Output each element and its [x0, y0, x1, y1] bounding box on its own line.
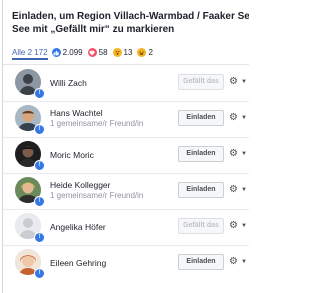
invite-button[interactable]: Einladen [178, 254, 224, 270]
invite-dialog: Einladen, um Region Villach-Warmbad / Fa… [2, 0, 249, 293]
love-count: 58 [98, 48, 108, 57]
love-reaction-icon [87, 48, 97, 57]
liked-button: Gefällt das [178, 218, 224, 234]
gear-icon[interactable]: ⚙ [229, 76, 238, 88]
haha-count: 2 [148, 48, 153, 57]
active-tab-indicator [12, 58, 48, 60]
gear-icon[interactable]: ⚙ [229, 148, 238, 160]
tab-haha[interactable]: 2 [137, 48, 153, 57]
list-item: f Willi Zach Gefällt das ⚙ ▼ [3, 66, 249, 100]
tab-like[interactable]: 2.099 [51, 48, 83, 57]
invite-button[interactable]: Einladen [178, 182, 224, 198]
facebook-badge-icon: f [34, 196, 45, 207]
gear-icon[interactable]: ⚙ [229, 184, 238, 196]
chevron-down-icon[interactable]: ▼ [241, 258, 247, 266]
person-name[interactable]: Willi Zach [50, 78, 87, 88]
facebook-badge-icon: f [34, 160, 45, 171]
chevron-down-icon[interactable]: ▼ [241, 150, 247, 158]
chevron-down-icon[interactable]: ▼ [241, 114, 247, 122]
dialog-title-line2: See mit „Gefällt mir“ zu markieren [12, 24, 175, 35]
person-name[interactable]: Eileen Gehring [50, 258, 106, 268]
gear-icon[interactable]: ⚙ [229, 220, 238, 232]
gear-icon[interactable]: ⚙ [229, 256, 238, 268]
person-name[interactable]: Heide Kollegger [50, 180, 110, 190]
facebook-badge-icon: f [34, 232, 45, 243]
facebook-badge-icon: f [34, 124, 45, 135]
wow-reaction-icon [112, 48, 122, 57]
chevron-down-icon[interactable]: ▼ [241, 78, 247, 86]
gear-icon[interactable]: ⚙ [229, 112, 238, 124]
tab-love[interactable]: 58 [87, 48, 108, 57]
chevron-down-icon[interactable]: ▼ [241, 222, 247, 230]
dialog-title: Einladen, um Region Villach-Warmbad / Fa… [3, 0, 249, 40]
tab-all[interactable]: Alle 2 172 [12, 48, 48, 57]
liked-button: Gefällt das [178, 74, 224, 90]
invite-button[interactable]: Einladen [178, 146, 224, 162]
haha-reaction-icon [137, 48, 147, 57]
person-name[interactable]: Hans Wachtel [50, 108, 103, 118]
like-reaction-icon [51, 48, 61, 57]
person-name[interactable]: Angelika Höfer [50, 222, 106, 232]
person-name[interactable]: Moric Moric [50, 150, 94, 160]
people-list: f Willi Zach Gefällt das ⚙ ▼ f Hans Wach… [3, 65, 249, 280]
list-item: f Eileen Gehring Einladen ⚙ ▼ [3, 245, 249, 280]
facebook-badge-icon: f [34, 88, 45, 99]
mutual-friends[interactable]: 1 gemeinsame/r Freund/in [50, 191, 143, 200]
list-item: f Hans Wachtel 1 gemeinsame/r Freund/in … [3, 101, 249, 136]
list-item: f Angelika Höfer Gefällt das ⚙ ▼ [3, 209, 249, 244]
dialog-title-line1: Einladen, um Region Villach-Warmbad / Fa… [12, 11, 249, 22]
list-item: f Heide Kollegger 1 gemeinsame/r Freund/… [3, 173, 249, 208]
wow-count: 13 [123, 48, 133, 57]
tab-wow[interactable]: 13 [112, 48, 133, 57]
facebook-badge-icon: f [34, 268, 45, 279]
like-count: 2.099 [62, 48, 83, 57]
chevron-down-icon[interactable]: ▼ [241, 186, 247, 194]
invite-button[interactable]: Einladen [178, 110, 224, 126]
list-item: f Moric Moric Einladen ⚙ ▼ [3, 137, 249, 172]
mutual-friends[interactable]: 1 gemeinsame/r Freund/in [50, 119, 143, 128]
reaction-tabs: Alle 2 172 2.099 58 13 2 [3, 45, 249, 60]
